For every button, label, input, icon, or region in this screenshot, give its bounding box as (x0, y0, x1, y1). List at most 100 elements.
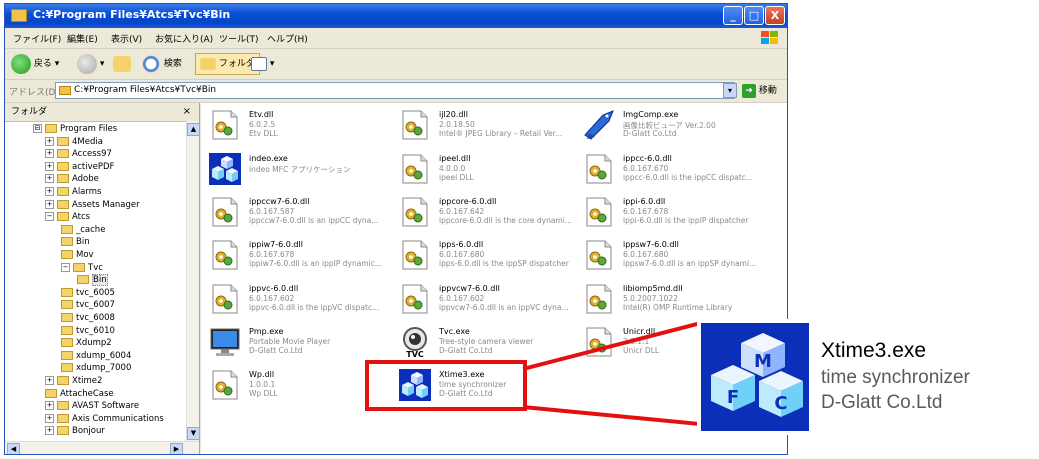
file-item[interactable]: ImgComp.exe 画像比較ビューア Ver.2.00 D-Glatt Co.L… (583, 107, 763, 145)
folder-tree-vertical-scrollbar[interactable]: ▲ ▼ (186, 121, 199, 441)
file-item[interactable]: ipps-6.0.dll 6.0.167.680 ipps-6.0.dll is t… (399, 237, 579, 275)
folder-tree-horizontal-scrollbar[interactable]: ◀ ▶ (5, 441, 199, 454)
tree-item[interactable]: Xdump2 (61, 337, 112, 350)
expand-toggle-icon[interactable]: + (45, 199, 54, 209)
expand-toggle-icon[interactable]: + (45, 376, 54, 385)
address-dropdown-button[interactable]: ▾ (723, 83, 737, 98)
file-item[interactable]: TVC Tvc.exe Tree-style camera viewer D-Glat… (399, 324, 579, 362)
file-item[interactable]: ippiw7-6.0.dll 6.0.167.678 ippiw7-6.0.dll … (209, 237, 389, 275)
menu-file[interactable]: ファイル(F) (13, 32, 61, 45)
up-folder-button[interactable] (113, 53, 131, 75)
expand-toggle-icon[interactable]: + (45, 136, 54, 146)
scroll-left-button[interactable]: ◀ (7, 443, 20, 454)
expand-toggle-icon[interactable]: − (61, 262, 70, 272)
menu-tools[interactable]: ツール(T) (219, 32, 259, 45)
tree-item[interactable]: Mov (61, 249, 94, 262)
file-item[interactable]: ijl20.dll 2.0.18.50 Intel® JPEG Library – … (399, 107, 579, 145)
expand-toggle-icon[interactable]: + (45, 401, 54, 411)
tree-item[interactable]: tvc_6008 (61, 312, 115, 325)
menu-favorites[interactable]: お気に入り(A) (155, 32, 213, 45)
tree-item[interactable]: AttacheCase (45, 388, 114, 401)
tree-item[interactable]: + Alarms (45, 186, 101, 199)
expand-toggle-icon[interactable]: ⊟ (33, 124, 42, 133)
file-item[interactable]: ipeel.dll 4.0.0.0 ipeel DLL (399, 151, 579, 189)
expand-toggle-icon[interactable]: + (45, 174, 54, 184)
expand-toggle-icon[interactable]: + (45, 149, 54, 159)
file-name: ippvc-6.0.dll (249, 284, 299, 293)
menu-help[interactable]: ヘルプ(H) (267, 32, 308, 45)
tree-item[interactable]: + Access97 (45, 148, 112, 161)
address-input[interactable]: C:¥Program Files¥Atcs¥Tvc¥Bin (55, 82, 735, 99)
tree-item[interactable]: + Bonjour (45, 425, 105, 438)
tree-item[interactable]: Bin (61, 236, 90, 249)
file-item[interactable]: ippvc-6.0.dll 6.0.167.602 ippvc-6.0.dll is… (209, 281, 389, 319)
tree-item[interactable]: − Tvc (61, 262, 103, 275)
go-button[interactable]: ➔ 移動 (742, 83, 777, 98)
file-name: ippsw7-6.0.dll (623, 240, 679, 249)
tree-item[interactable]: +4Media (45, 136, 103, 149)
file-description: Intel(R) OMP Runtime Library (623, 303, 733, 312)
tree-item[interactable]: Bin (77, 274, 108, 287)
tree-item[interactable]: + Adobe (45, 173, 99, 186)
folder-icon (57, 199, 69, 209)
tree-item[interactable]: + Assets Manager (45, 199, 140, 212)
tree-item[interactable]: xdump_7000 (61, 362, 131, 375)
file-item[interactable]: ippcore-6.0.dll 6.0.167.642 ippcore-6.0.dl… (399, 194, 579, 232)
file-item[interactable]: Wp.dll 1.0.0.1 Wp DLL (209, 367, 389, 405)
tree-item[interactable]: _cache (61, 224, 105, 237)
tree-item[interactable]: tvc_6010 (61, 325, 115, 338)
tree-item[interactable]: tvc_6005 (61, 287, 115, 300)
tree-item[interactable]: ⊟ Program Files (33, 123, 117, 136)
scroll-down-button[interactable]: ▼ (187, 427, 199, 440)
back-button[interactable]: 戻る ▾ (11, 53, 59, 75)
file-item[interactable]: Pmp.exe Portable Movie Player D-Glatt Co.L… (209, 324, 389, 362)
search-icon (141, 53, 161, 74)
expand-toggle-icon[interactable]: + (45, 161, 54, 171)
scroll-right-button[interactable]: ▶ (170, 443, 183, 454)
forward-button[interactable]: ▾ (77, 53, 104, 75)
tree-item[interactable]: tvc_6007 (61, 299, 115, 312)
folder-pane-close-button[interactable]: × (183, 103, 191, 121)
title-bar[interactable]: C:¥Program Files¥Atcs¥Tvc¥Bin _ □ X (5, 4, 787, 28)
file-item[interactable]: ippccw7-6.0.dll 6.0.167.587 ippccw7-6.0.dl… (209, 194, 389, 232)
expand-toggle-icon[interactable]: − (45, 212, 54, 222)
close-button[interactable]: X (765, 6, 785, 25)
expand-toggle-icon[interactable]: + (45, 426, 54, 436)
tree-item[interactable]: + Xtime2 (45, 375, 102, 388)
expand-toggle-icon[interactable]: + (45, 413, 54, 423)
tree-item-label: _cache (76, 224, 106, 235)
svg-text:TVC: TVC (406, 350, 424, 358)
tree-item[interactable]: xdump_6004 (61, 350, 131, 363)
view-button[interactable]: ▾ (251, 53, 274, 75)
tree-item-label: Bin (76, 237, 90, 248)
tree-item[interactable]: − Atcs (45, 211, 90, 224)
file-item[interactable]: ippsw7-6.0.dll 6.0.167.680 ippsw7-6.0.dll … (583, 237, 763, 275)
minimize-button[interactable]: _ (723, 6, 743, 25)
tree-item-label: Xdump2 (76, 338, 112, 349)
search-button[interactable]: 検索 (141, 53, 182, 75)
file-item[interactable]: Etv.dll 6.0.2.5 Etv DLL (209, 107, 389, 145)
folder-icon (57, 413, 69, 423)
tree-item[interactable]: + activePDF (45, 161, 114, 174)
menu-view[interactable]: 表示(V) (111, 32, 142, 45)
folder-icon (57, 187, 69, 196)
file-name: indeo.exe (249, 154, 288, 163)
file-item[interactable]: ippcc-6.0.dll 6.0.167.670 ippcc-6.0.dll is… (583, 151, 763, 189)
dll-icon (209, 239, 241, 271)
file-item[interactable]: ippi-6.0.dll 6.0.167.678 ippi-6.0.dll is t… (583, 194, 763, 232)
folder-icon (57, 401, 69, 411)
tree-item[interactable]: + Axis Communications (45, 413, 164, 426)
scroll-up-button[interactable]: ▲ (187, 123, 199, 136)
file-description: Unicr DLL (623, 346, 660, 355)
tree-item[interactable]: + AVAST Software (45, 400, 139, 413)
up-folder-icon (113, 55, 131, 72)
file-item[interactable]: libiomp5md.dll 5.0.2007.1022 Intel(R) OMP … (583, 281, 763, 319)
expand-toggle-icon[interactable]: + (45, 187, 54, 196)
tree-item-label: AVAST Software (72, 401, 140, 412)
file-item[interactable]: indeo.exe indeo MFC アプリケーション (209, 151, 389, 189)
file-name: ippcc-6.0.dll (623, 154, 672, 163)
maximize-button[interactable]: □ (744, 6, 764, 25)
menu-edit[interactable]: 編集(E) (67, 32, 98, 45)
file-item[interactable]: ippvcw7-6.0.dll 6.0.167.602 ippvcw7-6.0.dl… (399, 281, 579, 319)
tree-item-label: Alarms (72, 187, 102, 197)
